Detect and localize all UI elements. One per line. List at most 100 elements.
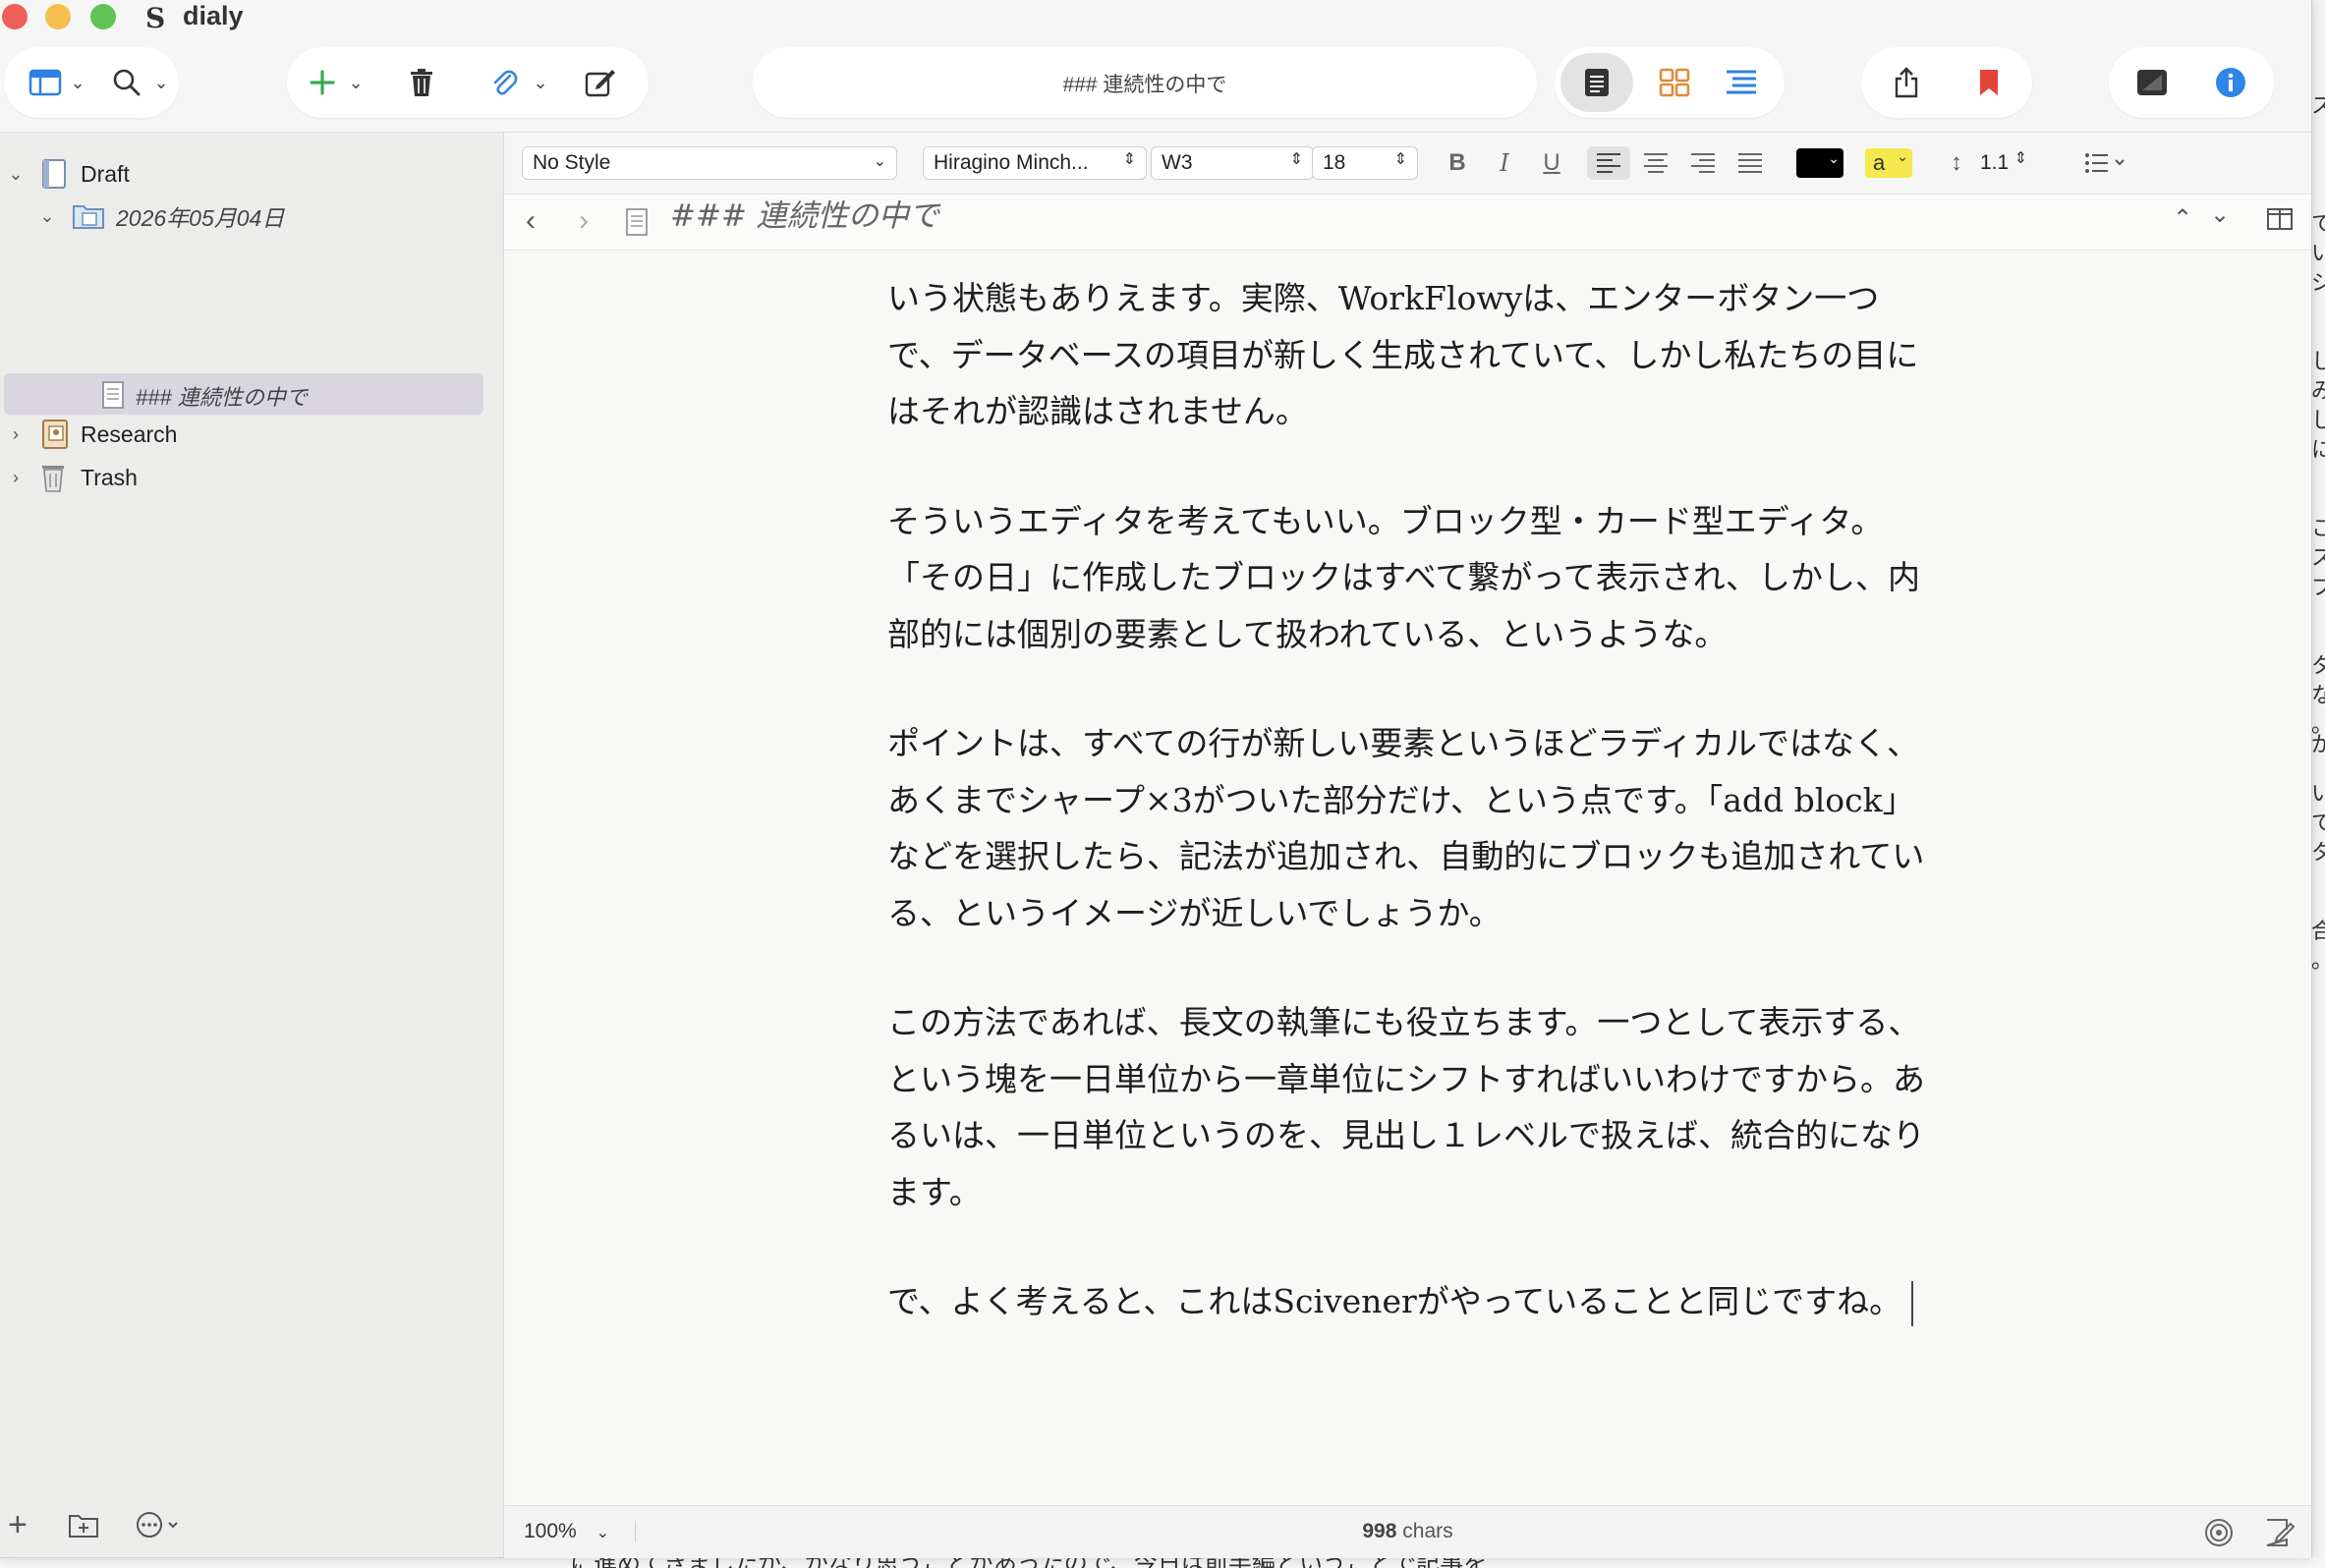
- editor-footer: 100% ⌄ 998 chars: [504, 1505, 2311, 1558]
- note-edit-icon: [2266, 1519, 2296, 1546]
- target-button[interactable]: [2204, 1518, 2234, 1552]
- character-count-label: chars: [1402, 1520, 1453, 1542]
- font-size-field[interactable]: 18 ⇕: [1312, 146, 1418, 180]
- stepper-chevrons-icon: ⇕: [1289, 151, 1303, 168]
- font-weight-value: W3: [1162, 151, 1193, 174]
- background-window-edge: スていジしみしにこスプタな。がいてタ合。: [2311, 0, 2325, 1568]
- italic-button[interactable]: I: [1485, 146, 1524, 180]
- stepper-chevrons-icon: ⇕: [1393, 151, 1407, 168]
- editor-paragraph: で、よく考えると、これはScivenerがやっていることと同じですね。: [887, 1282, 1902, 1320]
- title-bar: S dialy ⌄ ⌄ ⌄ ⌄ ### 連続性の中で: [0, 0, 2311, 133]
- split-editor-button[interactable]: [2267, 208, 2293, 235]
- font-weight-select[interactable]: W3 ⇕: [1151, 146, 1314, 180]
- document-actions-group: ⌄ ⌄: [287, 47, 649, 118]
- bookmark-icon: [1980, 70, 1998, 95]
- attach-button[interactable]: [480, 47, 529, 118]
- editor-paragraph: いう状態もありえます。実際、WorkFlowyは、エンターボタン一つで、データベ…: [887, 279, 1919, 430]
- add-menu-chevron-icon[interactable]: ⌄: [342, 47, 369, 118]
- document-title-field[interactable]: ### 連続性の中で: [753, 47, 1537, 118]
- notes-button[interactable]: [2265, 1518, 2296, 1552]
- list-bullets-icon: [2085, 153, 2125, 173]
- binder-item-research[interactable]: › Research: [8, 414, 177, 455]
- compose-button[interactable]: [576, 47, 625, 118]
- composition-mode-icon: [2137, 70, 2167, 95]
- bold-button[interactable]: B: [1438, 146, 1477, 180]
- quick-reference-button[interactable]: [2123, 47, 2182, 118]
- justify-icon: [1738, 153, 1762, 173]
- background-glyph: い: [2311, 242, 2325, 266]
- draft-binder-icon: [41, 159, 69, 189]
- line-spacing-value: 1.1: [1980, 151, 2010, 174]
- binder-item-trash[interactable]: › Trash: [8, 457, 138, 498]
- chevron-right-icon[interactable]: ›: [8, 468, 24, 488]
- outline-view-button[interactable]: [1712, 47, 1771, 118]
- stepper-chevrons-icon: ⇕: [1122, 151, 1136, 168]
- format-bar: No Style ⌄ Hiragino Minch... ⇕ W3 ⇕ 18 ⇕…: [504, 133, 2311, 195]
- bookmark-button[interactable]: [1959, 47, 2018, 118]
- binder-item-date-folder[interactable]: ⌄ 2026年05月04日: [39, 196, 284, 237]
- binder-item-label: Draft: [81, 160, 130, 187]
- research-folder-icon: [41, 420, 69, 449]
- align-center-icon: [1644, 153, 1668, 173]
- background-glyph: い: [2311, 782, 2325, 807]
- minimize-window-button[interactable]: [45, 4, 71, 29]
- delete-button[interactable]: [397, 47, 446, 118]
- editor-last-paragraph: で、よく考えると、これはScivenerがやっていることと同じですね。: [887, 1273, 1929, 1330]
- paragraph-style-select[interactable]: No Style ⌄: [522, 146, 897, 180]
- binder-actions-button[interactable]: [136, 1510, 183, 1544]
- align-right-button[interactable]: [1681, 146, 1725, 180]
- line-spacing-field[interactable]: 1.1 ⇕: [1970, 146, 2037, 180]
- text-document-icon: [1585, 69, 1609, 96]
- binder-item-draft[interactable]: ⌄ Draft: [8, 153, 130, 195]
- add-item-plus-icon[interactable]: +: [8, 1508, 28, 1541]
- inspector-button[interactable]: [2201, 47, 2260, 118]
- justify-button[interactable]: [1729, 146, 1772, 180]
- highlight-color-button[interactable]: a ⌄: [1864, 146, 1913, 180]
- background-glyph: こ: [2311, 517, 2325, 541]
- close-window-button[interactable]: [2, 4, 28, 29]
- text-color-button[interactable]: ⌄: [1795, 146, 1844, 180]
- chevron-right-icon[interactable]: ›: [8, 424, 24, 445]
- search-menu-chevron-icon[interactable]: ⌄: [149, 47, 173, 118]
- underline-button[interactable]: U: [1532, 146, 1571, 180]
- search-icon: [113, 69, 141, 96]
- trash-icon: [411, 69, 432, 96]
- align-center-button[interactable]: [1634, 146, 1677, 180]
- view-menu-chevron-icon[interactable]: ⌄: [63, 47, 92, 118]
- paperclip-icon: [493, 70, 518, 95]
- list-style-button[interactable]: [2080, 146, 2131, 180]
- font-family-select[interactable]: Hiragino Minch... ⇕: [923, 146, 1147, 180]
- background-glyph: ス: [2311, 94, 2325, 119]
- stepper-chevrons-icon: ⇕: [2013, 150, 2027, 167]
- chevron-down-icon[interactable]: ⌄: [8, 164, 24, 185]
- editor-paragraph: この方法であれば、長文の執筆にも役立ちます。一つとして表示する、という塊を一日単…: [887, 1003, 1925, 1211]
- binder-item-label: Research: [81, 420, 178, 447]
- background-glyph: 合: [2311, 920, 2325, 944]
- align-left-button[interactable]: [1587, 146, 1630, 180]
- corkboard-view-button[interactable]: [1645, 47, 1704, 118]
- editor-paragraph: そういうエディタを考えてもいい。ブロック型・カード型エディタ。「その日」に作成し…: [887, 501, 1921, 653]
- attach-menu-chevron-icon[interactable]: ⌄: [527, 47, 554, 118]
- folder-icon: [73, 201, 104, 231]
- chevron-down-icon[interactable]: ⌄: [39, 206, 55, 227]
- character-count: 998 chars: [504, 1520, 2311, 1543]
- previous-document-chevron-up-icon[interactable]: ⌃: [2173, 204, 2192, 233]
- forward-arrow-icon[interactable]: ›: [579, 206, 589, 236]
- font-size-value: 18: [1323, 151, 1346, 174]
- search-button[interactable]: [102, 47, 151, 118]
- editor-text-column[interactable]: いう状態もありえます。実際、WorkFlowyは、エンターボタン一つで、データベ…: [887, 270, 1929, 1330]
- binder-item-document[interactable]: ### 連続性の中で: [102, 375, 308, 417]
- zoom-window-button[interactable]: [90, 4, 116, 29]
- back-arrow-icon[interactable]: ‹: [526, 206, 536, 236]
- background-glyph: ス: [2311, 546, 2325, 571]
- align-left-icon: [1597, 153, 1620, 173]
- text-editor[interactable]: いう状態もありえます。実際、WorkFlowyは、エンターボタン一つで、データベ…: [504, 251, 2311, 1505]
- add-folder-button[interactable]: [69, 1512, 98, 1542]
- share-button[interactable]: [1877, 47, 1936, 118]
- trash-icon: [41, 463, 69, 492]
- character-count-value: 998: [1362, 1520, 1397, 1542]
- add-document-button[interactable]: [301, 47, 344, 118]
- document-view-button[interactable]: [1560, 53, 1633, 112]
- background-glyph: し: [2311, 350, 2325, 374]
- next-document-chevron-down-icon[interactable]: ⌄: [2210, 200, 2230, 229]
